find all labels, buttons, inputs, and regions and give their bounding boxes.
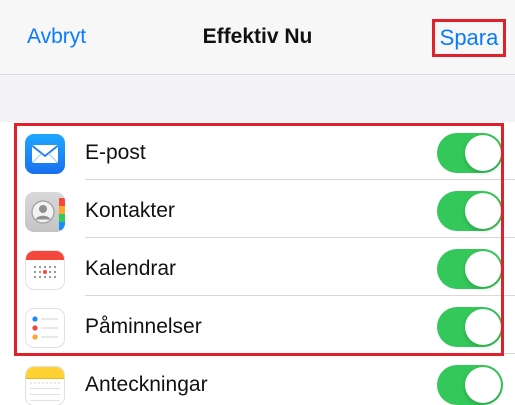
mail-icon — [25, 134, 65, 174]
app-filter-list: E-post Kontakter Kalendrar Påminnelser A… — [0, 122, 515, 405]
contacts-icon — [25, 192, 65, 232]
save-button[interactable]: Spara — [432, 19, 506, 57]
notes-toggle[interactable] — [437, 365, 503, 405]
focus-settings-screen: Avbryt Effektiv Nu Spara E-post Kontakte… — [0, 0, 515, 405]
toggle-knob — [465, 251, 501, 287]
list-item-notes: Anteckningar — [0, 354, 515, 405]
toggle-knob — [465, 135, 501, 171]
mail-toggle[interactable] — [437, 133, 503, 173]
notes-icon — [25, 366, 65, 405]
reminders-icon — [25, 308, 65, 348]
list-item-label: Kontakter — [85, 199, 175, 222]
reminders-toggle[interactable] — [437, 307, 503, 347]
calendar-toggle[interactable] — [437, 249, 503, 289]
list-item-mail: E-post — [0, 122, 515, 180]
list-item-label: Anteckningar — [85, 373, 208, 396]
list-item-contacts: Kontakter — [0, 180, 515, 238]
toggle-knob — [465, 193, 501, 229]
list-item-label: E-post — [85, 141, 146, 164]
contacts-toggle[interactable] — [437, 191, 503, 231]
toggle-knob — [465, 367, 501, 403]
list-item-calendar: Kalendrar — [0, 238, 515, 296]
list-item-reminders: Påminnelser — [0, 296, 515, 354]
list-item-label: Påminnelser — [85, 315, 202, 338]
list-item-label: Kalendrar — [85, 257, 177, 280]
toggle-knob — [465, 309, 501, 345]
calendar-icon — [25, 250, 65, 290]
navigation-bar: Avbryt Effektiv Nu Spara — [0, 0, 515, 75]
